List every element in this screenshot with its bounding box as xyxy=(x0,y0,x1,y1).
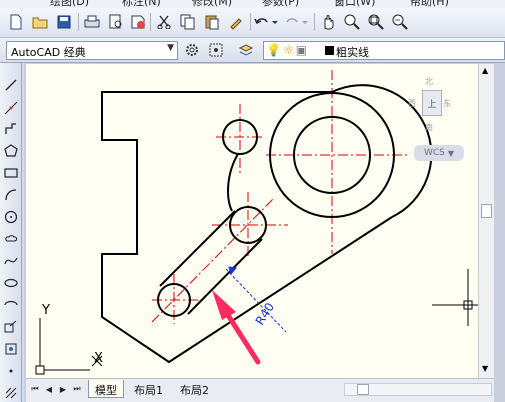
next-tab-icon[interactable]: ▶ xyxy=(58,383,68,395)
construction-line-icon[interactable] xyxy=(3,100,19,116)
viewcube-face[interactable]: 上 xyxy=(422,90,442,116)
point-icon[interactable] xyxy=(3,363,19,379)
zoom-previous-icon[interactable] xyxy=(390,12,410,32)
previous-tab-icon[interactable]: ◀ xyxy=(44,383,54,395)
ucs-y-label: Y xyxy=(41,303,50,318)
layer-name: 粗实线 xyxy=(336,46,369,59)
paste-icon[interactable] xyxy=(202,12,222,32)
workspace-settings-icon[interactable] xyxy=(182,40,202,60)
standard-toolbar xyxy=(0,8,505,38)
tab-layout2[interactable]: 布局2 xyxy=(174,380,215,398)
lightbulb-icon[interactable]: 💡 xyxy=(266,43,281,57)
first-tab-icon[interactable]: ⏮ xyxy=(30,383,40,395)
drawing-svg: R40 Y xyxy=(35,70,478,375)
menu-help[interactable]: 帮助(H) xyxy=(410,0,449,8)
pan-icon[interactable] xyxy=(318,12,338,32)
workspace-select[interactable]: AutoCAD 经典 ▼ xyxy=(6,41,178,60)
chevron-down-icon: ▼ xyxy=(167,43,174,53)
viewcube-north[interactable]: 北 xyxy=(425,76,433,87)
viewcube-east[interactable]: 东 xyxy=(443,98,451,109)
line-icon[interactable] xyxy=(3,77,19,93)
print-icon[interactable] xyxy=(82,12,102,32)
layer-select[interactable]: 💡 ☼ ▣ 粗实线 xyxy=(263,41,505,60)
spline-icon[interactable] xyxy=(3,253,19,269)
cut-icon[interactable] xyxy=(154,12,174,32)
annotation-arrow xyxy=(212,290,261,365)
sun-icon[interactable]: ☼ xyxy=(283,43,294,57)
make-block-icon[interactable] xyxy=(3,341,19,357)
menu-window[interactable]: 窗口(W) xyxy=(334,0,375,8)
hatch-icon[interactable] xyxy=(3,385,19,401)
viewcube-south[interactable]: 南 xyxy=(425,122,433,133)
insert-block-icon[interactable] xyxy=(3,319,19,335)
vertical-scroll-thumb[interactable] xyxy=(481,204,492,218)
crosshair-cursor xyxy=(432,269,478,326)
model-space[interactable]: R40 Y 北 西 东 南 上 WCS ▼ X xyxy=(26,64,478,378)
horizontal-scrollbar[interactable] xyxy=(344,383,492,396)
save-icon[interactable] xyxy=(54,12,74,32)
polygon-icon[interactable] xyxy=(3,143,19,159)
lock-icon[interactable]: ▣ xyxy=(296,43,307,57)
wcs-dropdown[interactable]: WCS ▼ xyxy=(414,145,464,161)
open-icon[interactable] xyxy=(30,12,50,32)
layout-tab-bar: ⏮ ◀ ▶ ⏭ 模型 布局1 布局2 xyxy=(26,378,494,402)
chevron-down-icon: ▼ xyxy=(447,148,455,158)
redo-icon[interactable] xyxy=(282,12,310,32)
new-icon[interactable] xyxy=(6,12,26,32)
layer-manager-icon[interactable] xyxy=(236,40,256,60)
rectangle-icon[interactable] xyxy=(3,165,19,181)
undo-icon[interactable] xyxy=(252,12,280,32)
ucs-icon xyxy=(35,318,103,375)
horizontal-scroll-thumb[interactable] xyxy=(357,384,369,395)
match-properties-icon[interactable] xyxy=(226,12,246,32)
menubar: 绘图(D) 标注(N) 修改(M) 参数(P) 窗口(W) 帮助(H) xyxy=(0,0,505,8)
customize-icon[interactable] xyxy=(206,40,226,60)
menu-modify[interactable]: 修改(M) xyxy=(192,0,232,8)
arc-icon[interactable] xyxy=(3,187,19,203)
menu-parametric[interactable]: 参数(P) xyxy=(262,0,299,8)
copy-icon[interactable] xyxy=(178,12,198,32)
menu-dimension[interactable]: 标注(N) xyxy=(122,0,161,8)
revision-cloud-icon[interactable] xyxy=(3,231,19,247)
circle-icon[interactable] xyxy=(3,209,19,225)
layer-color-swatch xyxy=(325,46,334,55)
menu-draw[interactable]: 绘图(D) xyxy=(50,0,89,8)
workspace-select-value: AutoCAD 经典 xyxy=(11,46,86,59)
vertical-scrollbar[interactable]: ▲ ▼ xyxy=(478,64,494,378)
viewcube-west[interactable]: 西 xyxy=(408,98,416,109)
wcs-label: WCS xyxy=(423,148,445,158)
workspace-toolbar: AutoCAD 经典 ▼ 💡 ☼ ▣ 粗实线 xyxy=(0,38,505,63)
ellipse-icon[interactable] xyxy=(3,275,19,291)
scroll-up-icon[interactable]: ▲ xyxy=(482,66,488,75)
last-tab-icon[interactable]: ⏭ xyxy=(72,383,82,395)
publish-icon[interactable] xyxy=(128,12,148,32)
ucs-x-label: X xyxy=(94,351,103,366)
zoom-realtime-icon[interactable] xyxy=(342,12,362,32)
draw-toolbar xyxy=(0,63,22,402)
tab-layout1[interactable]: 布局1 xyxy=(128,380,169,398)
zoom-window-icon[interactable] xyxy=(366,12,386,32)
tab-model[interactable]: 模型 xyxy=(88,380,124,398)
polyline-icon[interactable] xyxy=(3,121,19,137)
scroll-down-icon[interactable]: ▼ xyxy=(482,364,488,373)
ellipse-arc-icon[interactable] xyxy=(3,297,19,313)
print-preview-icon[interactable] xyxy=(106,12,126,32)
